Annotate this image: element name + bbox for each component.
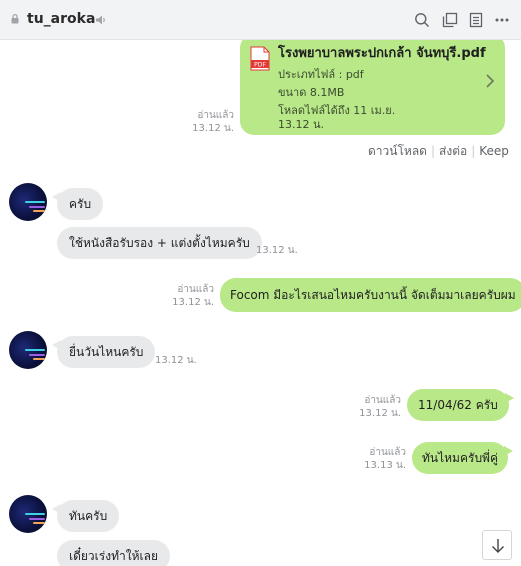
- read-receipt: อ่านแล้ว 13.12 น.: [359, 395, 401, 419]
- file-expiry-time: 13.12 น.: [278, 118, 325, 131]
- search-icon[interactable]: [414, 12, 430, 28]
- file-message-card[interactable]: PDF โรงพยาบาลพระปกเกล้า จันทบุรี.pdf ประ…: [240, 40, 505, 135]
- read-receipt: อ่านแล้ว 13.12 น.: [192, 110, 234, 134]
- message-bubble[interactable]: Focom มีอะไรเสนอไหมครับงานนี้ จัดเต็มมาเ…: [220, 278, 521, 312]
- message-list[interactable]: อ่านแล้ว 13.12 น. PDF โรงพยาบาลพระปกเกล้…: [0, 40, 521, 566]
- message-bubble[interactable]: 11/04/62 ครับ: [407, 389, 514, 421]
- file-name: โรงพยาบาลพระปกเกล้า จันทบุรี.pdf: [278, 46, 486, 61]
- svg-text:PDF: PDF: [254, 62, 266, 69]
- lock-icon: [11, 14, 19, 24]
- read-receipt: อ่านแล้ว 13.13 น.: [364, 447, 406, 471]
- avatar[interactable]: [9, 183, 47, 221]
- message-bubble[interactable]: ครับ: [51, 188, 104, 220]
- avatar[interactable]: [9, 331, 47, 369]
- keep-link[interactable]: Keep: [479, 144, 509, 158]
- chat-title: tu_aroka: [27, 11, 96, 27]
- read-receipt: อ่านแล้ว 13.12 น.: [172, 284, 214, 308]
- message-time: 13.12 น.: [155, 355, 197, 366]
- message-bubble[interactable]: ทันไหมครับพี่คู่: [412, 442, 513, 474]
- message-bubble[interactable]: ยื่นวันไหนครับ: [51, 336, 156, 368]
- scroll-to-bottom-button[interactable]: [482, 530, 512, 560]
- chat-header: tu_aroka: [0, 0, 521, 40]
- message-time: 13.12 น.: [256, 245, 298, 256]
- speaker-icon[interactable]: [95, 14, 107, 26]
- message-bubble[interactable]: ใช้หนังสือรับรอง + แต่งตั้งไหมครับ: [57, 227, 262, 259]
- chevron-right-icon[interactable]: [485, 74, 495, 88]
- file-size: ขนาด 8.1MB: [278, 86, 345, 99]
- notes-icon[interactable]: [442, 12, 458, 28]
- avatar[interactable]: [9, 495, 47, 533]
- file-actions: ดาวน์โหลด | ส่งต่อ | Keep: [368, 144, 509, 158]
- message-bubble[interactable]: ทันครับ: [51, 500, 120, 532]
- file-type: ประเภทไฟล์ : pdf: [278, 68, 364, 81]
- download-link[interactable]: ดาวน์โหลด: [368, 144, 427, 158]
- pdf-file-icon: PDF: [250, 46, 270, 71]
- share-link[interactable]: ส่งต่อ: [439, 144, 467, 158]
- album-icon[interactable]: [468, 12, 484, 28]
- message-bubble[interactable]: เดี๋ยวเร่งทำให้เลย: [57, 540, 170, 566]
- arrow-down-icon: [492, 539, 504, 553]
- more-icon[interactable]: [494, 12, 510, 28]
